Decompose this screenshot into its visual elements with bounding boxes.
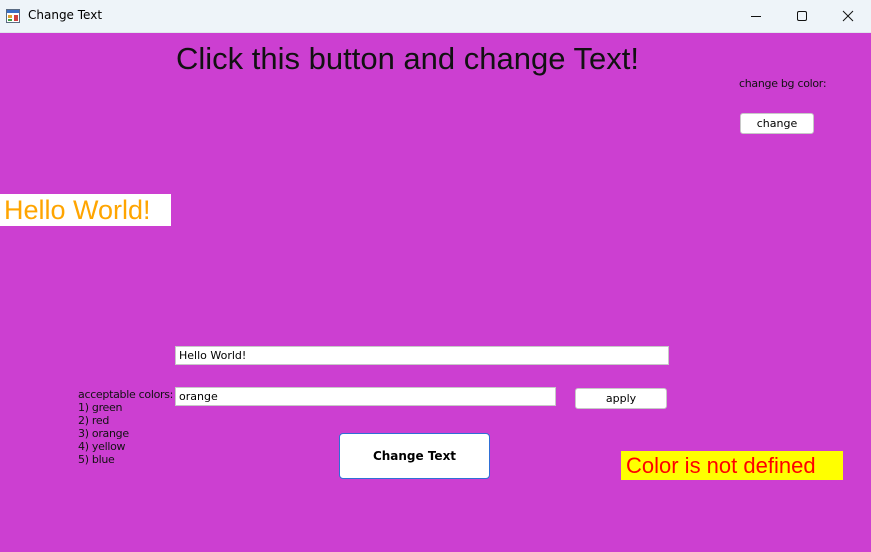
status-message: Color is not defined <box>621 451 843 480</box>
maximize-button[interactable] <box>779 0 825 32</box>
color-option: 5) blue <box>78 453 115 466</box>
acceptable-colors-list: acceptable colors: 1) green 2) red 3) or… <box>78 388 173 466</box>
close-button[interactable] <box>825 0 871 32</box>
change-bg-button[interactable]: change <box>740 113 814 134</box>
change-text-button[interactable]: Change Text <box>339 433 490 479</box>
minimize-icon <box>751 16 761 17</box>
colors-heading: acceptable colors: <box>78 388 174 401</box>
client-area: Click this button and change Text! chang… <box>0 33 871 552</box>
color-option: 1) green <box>78 401 123 414</box>
color-option: 2) red <box>78 414 110 427</box>
color-option: 4) yellow <box>78 440 126 453</box>
page-heading: Click this button and change Text! <box>176 41 639 76</box>
window-title: Change Text <box>28 8 103 22</box>
close-icon <box>842 10 854 22</box>
bg-color-label: change bg color: <box>739 77 827 90</box>
minimize-button[interactable] <box>733 0 779 32</box>
app-icon <box>6 9 20 23</box>
apply-button[interactable]: apply <box>575 388 667 409</box>
maximize-icon <box>797 11 807 21</box>
color-option: 3) orange <box>78 427 129 440</box>
hello-label: Hello World! <box>0 194 171 226</box>
color-input[interactable]: orange <box>175 387 556 406</box>
text-input[interactable]: Hello World! <box>175 346 669 365</box>
title-bar: Change Text <box>0 0 871 33</box>
